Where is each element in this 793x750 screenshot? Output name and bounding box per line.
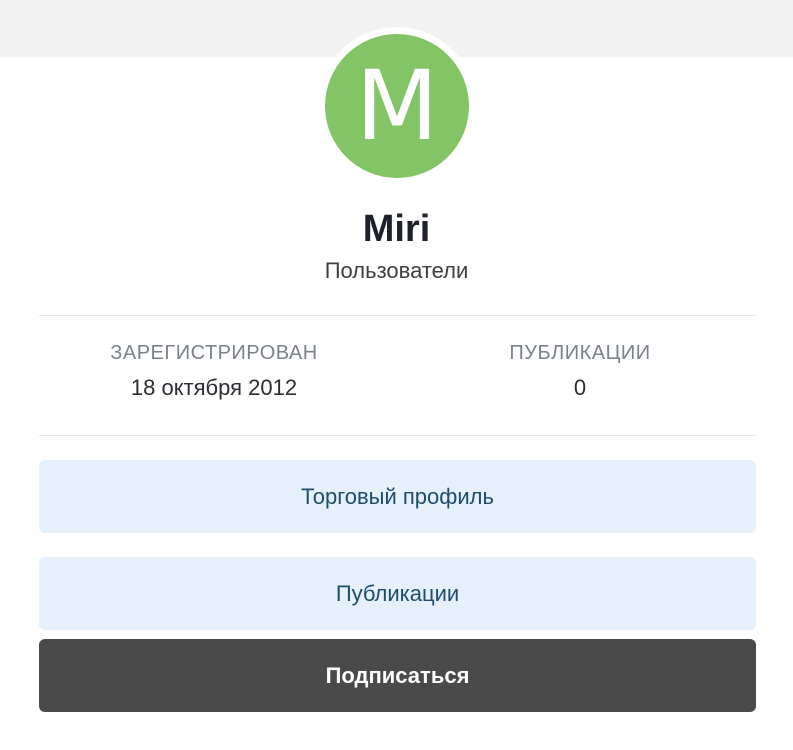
stat-registered: ЗАРЕГИСТРИРОВАН 18 октября 2012 [54,342,374,401]
stat-registered-label: ЗАРЕГИСТРИРОВАН [110,342,318,364]
subscribe-button[interactable]: Подписаться [39,639,756,712]
divider-bottom [39,435,756,436]
stat-posts: ПУБЛИКАЦИИ 0 [420,342,740,401]
stat-registered-value: 18 октября 2012 [130,375,298,400]
publications-button-label: Публикации [335,580,460,606]
stat-posts-value: 0 [573,375,587,400]
profile-name: Miri [362,208,431,250]
avatar-letter: M [355,50,439,162]
trade-profile-button-label: Торговый профиль [301,483,494,509]
divider-top [39,315,756,316]
subscribe-button-label: Подписаться [325,662,470,688]
profile-group: Пользователи [324,258,469,283]
avatar[interactable]: M [325,34,469,178]
stat-posts-label: ПУБЛИКАЦИИ [509,342,651,364]
publications-button[interactable]: Публикации [39,557,756,630]
trade-profile-button[interactable]: Торговый профиль [39,460,756,533]
